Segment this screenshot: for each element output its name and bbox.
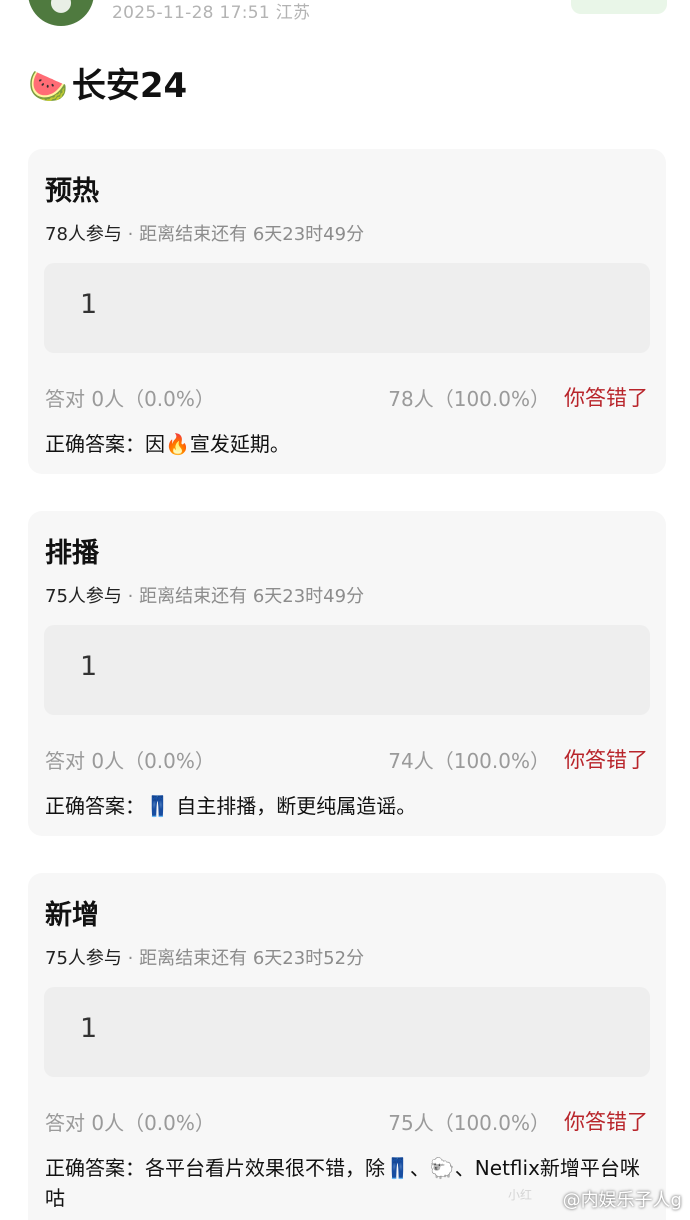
poll-option-label: 1 [80, 651, 98, 682]
correct-answer-text: 👖 自主排播，断更纯属造谣。 [145, 794, 417, 818]
poll-option[interactable]: 1 [44, 263, 650, 353]
deadline-text: 距离结束还有 6天23时52分 [139, 948, 365, 969]
correct-count: 答对 0人（0.0%） [45, 387, 215, 411]
correct-answer-prefix: 正确答案： [45, 794, 145, 818]
poll-subtitle: 75人参与 · 距离结束还有 6天23时52分 [45, 944, 364, 970]
poll-option-label: 1 [80, 1013, 98, 1044]
avatar[interactable] [28, 0, 94, 26]
wrong-count: 78人（100.0%） [388, 387, 550, 411]
correct-answer-prefix: 正确答案： [45, 1156, 145, 1180]
poll-option[interactable]: 1 [44, 625, 650, 715]
result-label: 你答错了 [564, 386, 648, 410]
poll-page: 2025-11-28 17:51 江苏 🍉 长安24 预热 78人参与 · 距离… [0, 0, 690, 1220]
poll-title: 排播 [45, 538, 99, 569]
post-meta-bar: 2025-11-28 17:51 江苏 [0, 0, 690, 30]
poll-title: 预热 [45, 176, 99, 207]
correct-count: 答对 0人（0.0%） [45, 1111, 215, 1135]
watermark-faint: 小红 [508, 1188, 533, 1202]
page-title-text: 长安24 [71, 66, 188, 106]
watermark: @内娱乐子人g [562, 1190, 682, 1211]
separator-dot: · [127, 586, 134, 607]
watermelon-icon: 🍉 [28, 67, 68, 105]
participant-count: 78人参与 [45, 224, 122, 245]
correct-answer: 正确答案：👖 自主排播，断更纯属造谣。 [45, 791, 655, 821]
correct-count: 答对 0人（0.0%） [45, 749, 215, 773]
poll-subtitle: 78人参与 · 距离结束还有 6天23时49分 [45, 220, 364, 246]
poll-card-preheat: 预热 78人参与 · 距离结束还有 6天23时49分 1 答对 0人（0.0%）… [28, 149, 666, 474]
poll-card-new-platform: 新增 75人参与 · 距离结束还有 6天23时52分 1 答对 0人（0.0%）… [28, 873, 666, 1220]
result-label: 你答错了 [564, 748, 648, 772]
result-label: 你答错了 [564, 1110, 648, 1134]
correct-answer: 正确答案：因🔥宣发延期。 [45, 429, 655, 459]
page-title: 🍉 长安24 [28, 64, 187, 108]
participant-count: 75人参与 [45, 948, 122, 969]
correct-answer-text: 因🔥宣发延期。 [145, 432, 290, 456]
poll-option-label: 1 [80, 289, 98, 320]
post-meta: 2025-11-28 17:51 江苏 [112, 0, 310, 23]
correct-answer-prefix: 正确答案： [45, 432, 145, 456]
poll-title: 新增 [45, 900, 99, 931]
participant-count: 75人参与 [45, 586, 122, 607]
follow-button[interactable] [571, 0, 667, 14]
post-timestamp: 2025-11-28 17:51 [112, 3, 270, 23]
wrong-count: 75人（100.0%） [388, 1111, 550, 1135]
poll-subtitle: 75人参与 · 距离结束还有 6天23时49分 [45, 582, 364, 608]
deadline-text: 距离结束还有 6天23时49分 [139, 224, 365, 245]
separator-dot: · [127, 224, 134, 245]
deadline-text: 距离结束还有 6天23时49分 [139, 586, 365, 607]
poll-option[interactable]: 1 [44, 987, 650, 1077]
post-location: 江苏 [275, 3, 311, 23]
poll-card-schedule: 排播 75人参与 · 距离结束还有 6天23时49分 1 答对 0人（0.0%）… [28, 511, 666, 836]
wrong-count: 74人（100.0%） [388, 749, 550, 773]
separator-dot: · [127, 948, 134, 969]
